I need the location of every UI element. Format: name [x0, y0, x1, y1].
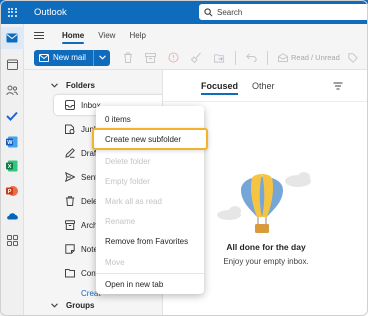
read-unread-button[interactable]: Read / Unread: [278, 53, 340, 62]
notes-icon: [65, 244, 75, 254]
new-mail-main[interactable]: New mail: [34, 49, 94, 66]
svg-text:W: W: [7, 140, 13, 146]
tag-icon[interactable]: [348, 52, 359, 63]
filter-icon[interactable]: [333, 82, 343, 90]
more-apps-icon[interactable]: [5, 233, 19, 247]
folders-header-label: Folders: [66, 80, 95, 90]
calendar-icon[interactable]: [5, 57, 19, 71]
folders-header[interactable]: Folders: [24, 75, 162, 95]
people-icon[interactable]: [5, 83, 19, 97]
menu-item-mark-all-as-read[interactable]: Mark all as read: [96, 192, 204, 210]
sent-icon: [65, 172, 75, 182]
message-list-tabs: Focused Other: [163, 70, 368, 102]
archive-toolbar-icon[interactable]: [145, 52, 156, 63]
move-to-icon[interactable]: [214, 52, 225, 63]
ribbon-tabs: Home View Help: [24, 24, 368, 46]
new-mail-label: New mail: [53, 53, 86, 62]
app-rail: W X P: [0, 24, 24, 316]
toolbar: New mail Read / Unread: [24, 46, 368, 70]
app-title: Outlook: [34, 6, 67, 18]
junk-icon: [65, 124, 75, 134]
tab-view[interactable]: View: [98, 31, 115, 40]
menu-divider: [96, 273, 204, 274]
svg-text:X: X: [8, 164, 12, 170]
menu-item-open-in-new-tab[interactable]: Open in new tab: [96, 275, 204, 293]
new-mail-button[interactable]: New mail: [34, 49, 110, 66]
tab-home[interactable]: Home: [62, 31, 85, 44]
tab-help[interactable]: Help: [129, 31, 145, 40]
word-icon[interactable]: W: [5, 135, 19, 149]
todo-icon[interactable]: [5, 109, 19, 123]
undo-icon[interactable]: [246, 52, 257, 63]
tab-other[interactable]: Other: [252, 81, 275, 91]
search-icon: [204, 7, 213, 16]
svg-text:P: P: [8, 189, 12, 195]
groups-header-label: Groups: [66, 300, 95, 310]
menu-item-item-count: 0 items: [105, 114, 131, 124]
menu-item-delete-folder[interactable]: Delete folder: [96, 152, 204, 170]
conversation-icon: [65, 269, 75, 278]
groups-header[interactable]: Groups: [24, 295, 162, 315]
menu-item-empty-folder[interactable]: Empty folder: [96, 172, 204, 190]
hot-air-balloon-illustration: [217, 172, 311, 233]
delete-icon[interactable]: [122, 52, 133, 63]
drafts-icon: [65, 148, 75, 158]
menu-item-create-new-subfolder[interactable]: Create new subfolder: [92, 128, 208, 150]
toolbar-divider: [267, 50, 268, 65]
inbox-icon: [65, 100, 75, 110]
archive-icon: [65, 220, 75, 230]
new-mail-icon: [39, 53, 49, 62]
mail-icon[interactable]: [5, 31, 19, 45]
menu-item-rename[interactable]: Rename: [96, 212, 204, 230]
chevron-down-icon: [98, 55, 106, 60]
chevron-down-icon: [51, 82, 58, 88]
deleted-icon: [65, 196, 75, 206]
excel-icon[interactable]: X: [5, 159, 19, 173]
search-input[interactable]: Search: [217, 8, 242, 17]
menu-item-remove-from-favorites[interactable]: Remove from Favorites: [96, 232, 204, 250]
onedrive-icon[interactable]: [5, 208, 19, 222]
report-icon[interactable]: [168, 52, 179, 63]
tab-focused[interactable]: Focused: [201, 81, 239, 95]
new-mail-dropdown[interactable]: [94, 55, 110, 60]
toolbar-divider: [235, 50, 236, 65]
title-bar: Outlook Search: [0, 0, 368, 24]
hamburger-icon[interactable]: [34, 31, 56, 39]
chevron-down-icon: [51, 302, 58, 308]
folder-label: Sent: [81, 172, 98, 182]
sweep-icon[interactable]: [191, 52, 202, 63]
read-unread-label: Read / Unread: [291, 53, 340, 62]
powerpoint-icon[interactable]: P: [5, 184, 19, 198]
app-launcher-button[interactable]: [0, 0, 24, 24]
folder-context-menu: 0 items Create new subfolder Delete fold…: [92, 106, 208, 294]
search-box[interactable]: Search: [199, 4, 368, 20]
menu-item-move[interactable]: Move: [96, 253, 204, 271]
waffle-icon: [7, 7, 17, 17]
read-unread-icon: [278, 53, 288, 62]
